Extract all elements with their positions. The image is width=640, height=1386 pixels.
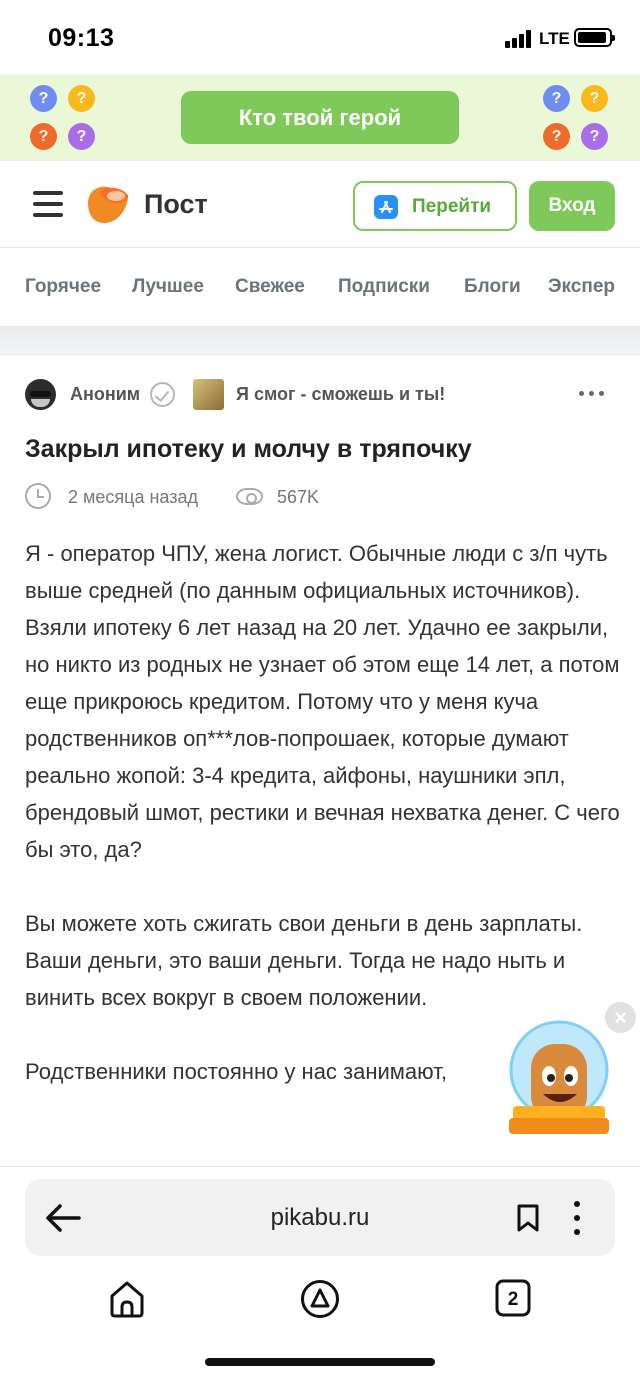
login-button[interactable]: Вход — [529, 181, 615, 231]
tabs-icon[interactable]: 2 — [495, 1279, 531, 1317]
pikabu-logo[interactable] — [84, 183, 130, 225]
author-name[interactable]: Аноним — [70, 384, 140, 405]
browser-toolbar: pikabu.ru 2 — [0, 1166, 640, 1386]
tab-count: 2 — [508, 1289, 519, 1310]
post-title[interactable]: Закрыл ипотеку и молчу в тряпочку — [25, 435, 472, 464]
promo-banner[interactable]: ? ? ? ? Кто твой герой ? ? ? ? — [0, 74, 640, 160]
question-icon: ? — [30, 123, 57, 150]
home-icon[interactable] — [108, 1279, 146, 1319]
question-icon: ? — [30, 85, 57, 112]
hero-quiz-button[interactable]: Кто твой герой — [181, 91, 459, 144]
community-avatar[interactable] — [193, 379, 224, 410]
page-title: Пост — [144, 189, 208, 219]
more-options-icon[interactable] — [579, 391, 605, 397]
site-header: Пост Перейти Вход — [0, 160, 640, 248]
eye-icon — [236, 488, 263, 505]
status-time: 09:13 — [48, 24, 115, 52]
mascot-widget[interactable] — [505, 1018, 613, 1136]
network-type: LTE — [539, 29, 570, 48]
post-author-row: Аноним Я смог - сможешь и ты! — [25, 379, 615, 411]
tab-experts[interactable]: Экспер — [548, 276, 615, 298]
cellular-signal-icon — [505, 30, 533, 48]
more-vertical-icon[interactable] — [574, 1201, 580, 1235]
question-icon: ? — [581, 85, 608, 112]
question-icon: ? — [68, 123, 95, 150]
question-icon: ? — [543, 85, 570, 112]
open-app-button[interactable]: Перейти — [353, 181, 517, 231]
menu-icon[interactable] — [33, 191, 63, 217]
verified-icon — [150, 382, 175, 407]
section-tabs: Горячее Лучшее Свежее Подписки Блоги Экс… — [0, 248, 640, 326]
avatar[interactable] — [25, 379, 56, 410]
post-paragraph: Вы можете хоть сжигать свои деньги в ден… — [25, 911, 583, 1010]
bookmark-icon[interactable] — [515, 1203, 541, 1233]
tab-blogs[interactable]: Блоги — [464, 276, 521, 298]
status-bar: 09:13 LTE — [0, 0, 640, 74]
tab-subscriptions[interactable]: Подписки — [338, 276, 430, 298]
question-icon: ? — [68, 85, 95, 112]
view-count: 567K — [277, 487, 320, 507]
question-icon: ? — [543, 123, 570, 150]
post-paragraph: Я - оператор ЧПУ, жена логист. Обычные л… — [25, 541, 620, 862]
app-store-icon — [374, 195, 398, 219]
alice-assistant-icon[interactable] — [300, 1279, 340, 1319]
tab-hot[interactable]: Горячее — [25, 276, 101, 298]
home-indicator — [205, 1358, 435, 1366]
clock-icon — [25, 483, 51, 509]
battery-icon — [574, 28, 615, 47]
close-icon[interactable]: × — [605, 1002, 636, 1033]
address-bar[interactable]: pikabu.ru — [25, 1179, 615, 1256]
question-icon: ? — [581, 123, 608, 150]
post-time: 2 месяца назад — [68, 487, 198, 507]
post-meta: 2 месяца назад 567K — [25, 483, 425, 511]
tab-best[interactable]: Лучшее — [132, 276, 204, 298]
nav-divider — [0, 326, 640, 354]
open-app-label: Перейти — [412, 196, 492, 217]
community-name[interactable]: Я смог - сможешь и ты! — [236, 384, 445, 405]
tab-fresh[interactable]: Свежее — [235, 276, 305, 298]
